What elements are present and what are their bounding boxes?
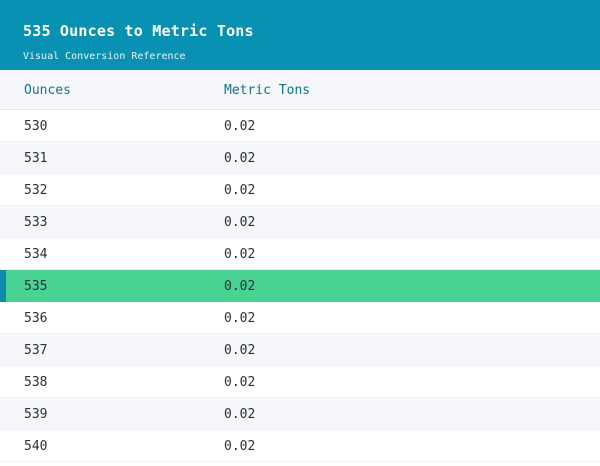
page-subtitle: Visual Conversion Reference	[23, 51, 186, 62]
ounces-cell: 539	[24, 407, 48, 422]
column-header-metric-tons: Metric Tons	[224, 83, 311, 98]
table-row: 532 0.02	[0, 174, 600, 206]
highlight-accent-bar	[0, 270, 6, 302]
table-row: 530 0.02	[0, 110, 600, 142]
metric-tons-cell: 0.02	[224, 119, 256, 134]
ounces-cell: 540	[24, 439, 48, 454]
metric-tons-cell: 0.02	[224, 311, 256, 326]
table-header: Ounces Metric Tons	[0, 70, 600, 110]
page-title: 535 Ounces to Metric Tons	[23, 22, 254, 40]
ounces-cell: 536	[24, 311, 48, 326]
table-row: 540 0.02	[0, 430, 600, 462]
metric-tons-cell: 0.02	[224, 183, 256, 198]
metric-tons-cell: 0.02	[224, 343, 256, 358]
table-row: 531 0.02	[0, 142, 600, 174]
ounces-cell: 530	[24, 119, 48, 134]
table-row: 533 0.02	[0, 206, 600, 238]
table-row: 534 0.02	[0, 238, 600, 270]
table-row: 538 0.02	[0, 366, 600, 398]
ounces-cell: 538	[24, 375, 48, 390]
metric-tons-cell: 0.02	[224, 439, 256, 454]
conversion-table-body: 530 0.02 531 0.02 532 0.02 533 0.02 534 …	[0, 110, 600, 462]
metric-tons-cell: 0.02	[224, 279, 256, 294]
ounces-cell: 532	[24, 183, 48, 198]
ounces-cell: 535	[24, 279, 48, 294]
table-row-highlighted: 535 0.02	[0, 270, 600, 302]
metric-tons-cell: 0.02	[224, 215, 256, 230]
ounces-cell: 533	[24, 215, 48, 230]
metric-tons-cell: 0.02	[224, 375, 256, 390]
ounces-cell: 531	[24, 151, 48, 166]
column-header-ounces: Ounces	[24, 83, 71, 98]
ounces-cell: 537	[24, 343, 48, 358]
table-row: 539 0.02	[0, 398, 600, 430]
metric-tons-cell: 0.02	[224, 151, 256, 166]
table-row: 536 0.02	[0, 302, 600, 334]
ounces-cell: 534	[24, 247, 48, 262]
page-header: 535 Ounces to Metric Tons Visual Convers…	[0, 0, 600, 70]
metric-tons-cell: 0.02	[224, 247, 256, 262]
metric-tons-cell: 0.02	[224, 407, 256, 422]
table-row: 537 0.02	[0, 334, 600, 366]
